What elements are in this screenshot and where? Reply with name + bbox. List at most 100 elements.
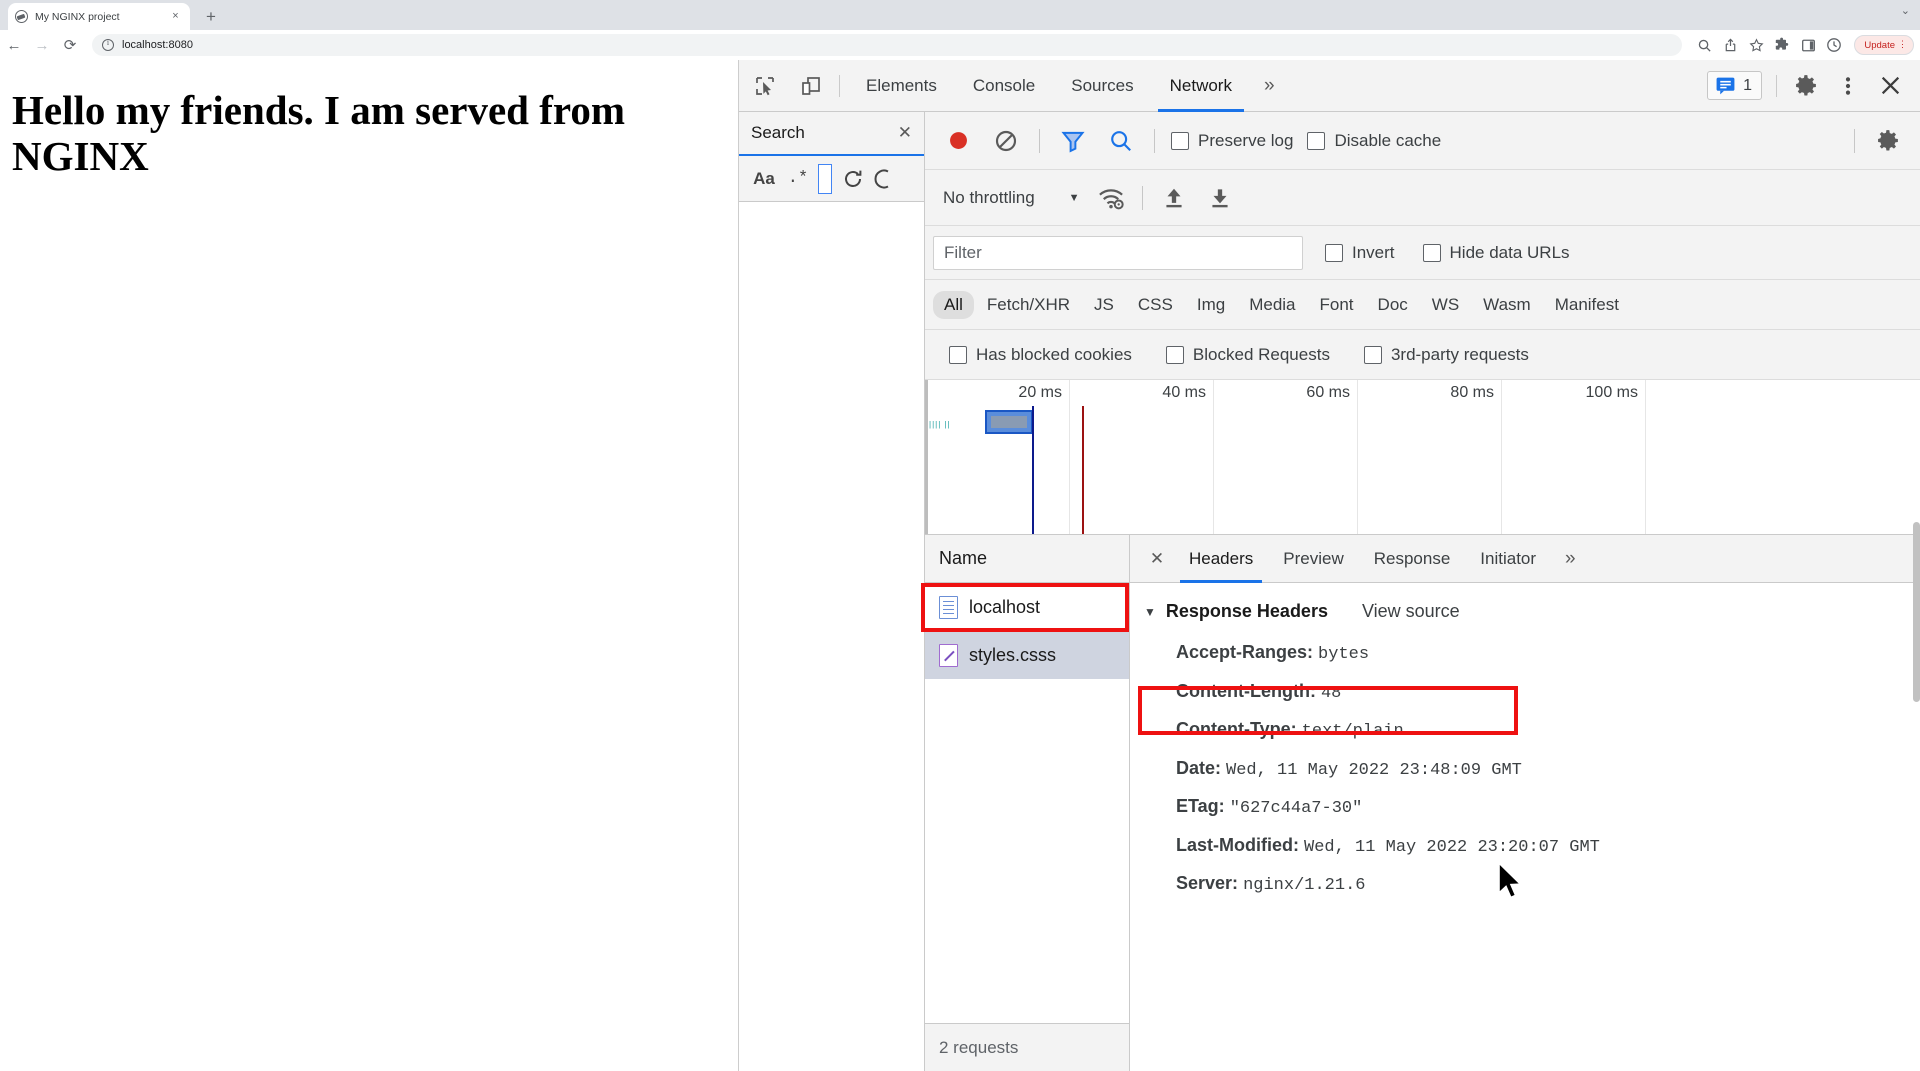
checkbox-box[interactable] <box>949 345 967 364</box>
more-tabs-icon[interactable]: » <box>1250 60 1289 112</box>
gear-icon[interactable] <box>1785 65 1827 107</box>
header-row: Accept-Ranges: bytes <box>1144 634 1920 673</box>
type-filter-all[interactable]: All <box>933 290 974 319</box>
overview-gutter <box>925 380 928 534</box>
table-row[interactable]: localhost <box>925 583 1129 631</box>
address-bar[interactable]: localhost:8080 <box>92 34 1683 56</box>
tab-search[interactable]: Search <box>751 123 805 143</box>
tab-headers[interactable]: Headers <box>1174 535 1268 583</box>
checkbox-box[interactable] <box>1325 243 1343 262</box>
type-filter-doc[interactable]: Doc <box>1367 291 1419 319</box>
upload-icon[interactable] <box>1151 176 1197 220</box>
network-type-filters: All Fetch/XHR JS CSS Img Media Font Doc … <box>925 280 1920 330</box>
chevron-down-icon[interactable]: ▼ <box>1144 605 1156 619</box>
tab-sources[interactable]: Sources <box>1053 60 1151 112</box>
download-icon[interactable] <box>1197 176 1243 220</box>
new-tab-button[interactable]: + <box>198 4 224 28</box>
regex-button[interactable]: .* <box>785 164 811 194</box>
filter-funnel-icon[interactable] <box>1050 119 1096 163</box>
info-circle-icon[interactable] <box>102 38 114 51</box>
overview-tick-label: 20 ms <box>1018 384 1062 401</box>
type-filter-js[interactable]: JS <box>1083 291 1125 319</box>
refresh-icon[interactable] <box>839 164 867 194</box>
back-button[interactable]: ← <box>0 31 28 59</box>
tab-console[interactable]: Console <box>955 60 1053 112</box>
response-headers-section-title[interactable]: ▼ Response Headers View source <box>1144 601 1920 622</box>
tab-preview[interactable]: Preview <box>1268 535 1358 583</box>
history-clock-icon[interactable] <box>1822 33 1846 57</box>
checkbox-box[interactable] <box>1422 243 1441 262</box>
type-filter-css[interactable]: CSS <box>1127 291 1184 319</box>
checkbox-box[interactable] <box>1363 345 1382 364</box>
scrollbar[interactable] <box>1913 522 1920 702</box>
clear-icon[interactable] <box>871 164 899 194</box>
type-filter-img[interactable]: Img <box>1186 291 1236 319</box>
reload-button[interactable]: ⟳ <box>56 31 84 59</box>
scrollbar-thumb[interactable] <box>1913 522 1920 702</box>
search-icon[interactable] <box>1098 119 1144 163</box>
checkbox-box[interactable] <box>1171 131 1189 150</box>
checkbox-box[interactable] <box>1307 131 1326 150</box>
type-filter-font[interactable]: Font <box>1309 291 1365 319</box>
network-overview-timeline[interactable]: 20 ms 40 ms 60 ms 80 ms 100 ms |||| || <box>925 380 1920 535</box>
search-toolbar: Aa .* <box>739 156 924 202</box>
wifi-settings-icon[interactable] <box>1088 176 1134 220</box>
column-header-name[interactable]: Name <box>939 548 987 569</box>
issues-badge[interactable]: 1 <box>1707 71 1762 100</box>
invert-checkbox[interactable]: Invert <box>1319 243 1401 263</box>
throttling-dropdown[interactable]: No throttling ▼ <box>935 181 1088 215</box>
disable-cache-checkbox[interactable]: Disable cache <box>1301 131 1447 151</box>
close-icon[interactable]: ✕ <box>1140 549 1174 569</box>
clear-network-icon[interactable] <box>983 119 1029 163</box>
close-icon[interactable]: ✕ <box>898 123 912 143</box>
forward-button[interactable]: → <box>28 31 56 59</box>
third-party-requests-checkbox[interactable]: 3rd-party requests <box>1358 345 1535 365</box>
overview-request-bar-inner <box>991 416 1027 428</box>
tab-response[interactable]: Response <box>1359 535 1466 583</box>
inspect-element-icon[interactable] <box>745 66 785 106</box>
search-icon[interactable] <box>1692 33 1716 57</box>
header-key: Date: <box>1176 757 1222 778</box>
tab-strip: My NGINX project × + ⌄ <box>0 0 1920 30</box>
preserve-log-checkbox[interactable]: Preserve log <box>1165 131 1299 151</box>
type-filter-manifest[interactable]: Manifest <box>1544 291 1630 319</box>
browser-chrome: My NGINX project × + ⌄ ← → ⟳ localhost:8… <box>0 0 1920 60</box>
page-heading: Hello my friends. I am served from NGINX <box>12 87 625 179</box>
checkbox-box[interactable] <box>1165 345 1184 364</box>
bookmark-star-icon[interactable] <box>1744 33 1768 57</box>
type-filter-fetch-xhr[interactable]: Fetch/XHR <box>976 291 1081 319</box>
more-tabs-icon[interactable]: » <box>1551 548 1590 570</box>
filter-input[interactable]: Filter <box>933 235 1303 270</box>
header-key: Accept-Ranges: <box>1176 642 1314 662</box>
overview-request-bar <box>985 410 1033 434</box>
close-icon[interactable]: × <box>168 9 183 24</box>
search-input[interactable] <box>818 163 832 194</box>
type-filter-wasm[interactable]: Wasm <box>1472 291 1542 319</box>
gear-icon[interactable] <box>1865 119 1911 163</box>
blocked-requests-checkbox[interactable]: Blocked Requests <box>1160 345 1336 365</box>
device-toolbar-icon[interactable] <box>791 66 831 106</box>
extensions-puzzle-icon[interactable] <box>1770 33 1794 57</box>
match-case-button[interactable]: Aa <box>747 164 781 194</box>
tab-elements[interactable]: Elements <box>848 60 955 112</box>
header-key: ETag: <box>1176 796 1225 816</box>
close-icon[interactable] <box>1869 65 1911 107</box>
tab-initiator[interactable]: Initiator <box>1465 535 1551 583</box>
load-event-marker <box>1082 406 1084 534</box>
chevron-down-icon[interactable]: ⌄ <box>1901 4 1910 17</box>
hide-data-urls-checkbox[interactable]: Hide data URLs <box>1417 243 1576 263</box>
type-filter-media[interactable]: Media <box>1238 291 1306 319</box>
record-circle-icon[interactable] <box>935 119 981 163</box>
dots-vertical-icon[interactable] <box>1827 65 1869 107</box>
dots-vertical-icon[interactable]: ⋮ <box>1898 40 1907 49</box>
side-panel-icon[interactable] <box>1796 33 1820 57</box>
tab-network[interactable]: Network <box>1152 60 1250 112</box>
table-row[interactable]: styles.csss <box>925 631 1129 679</box>
update-button[interactable]: Update ⋮ <box>1854 35 1914 55</box>
hide-data-urls-label: Hide data URLs <box>1449 242 1570 262</box>
type-filter-ws[interactable]: WS <box>1421 291 1470 319</box>
view-source-link[interactable]: View source <box>1362 601 1460 622</box>
browser-tab[interactable]: My NGINX project × <box>8 3 190 30</box>
has-blocked-cookies-checkbox[interactable]: Has blocked cookies <box>943 345 1138 365</box>
share-icon[interactable] <box>1718 33 1742 57</box>
